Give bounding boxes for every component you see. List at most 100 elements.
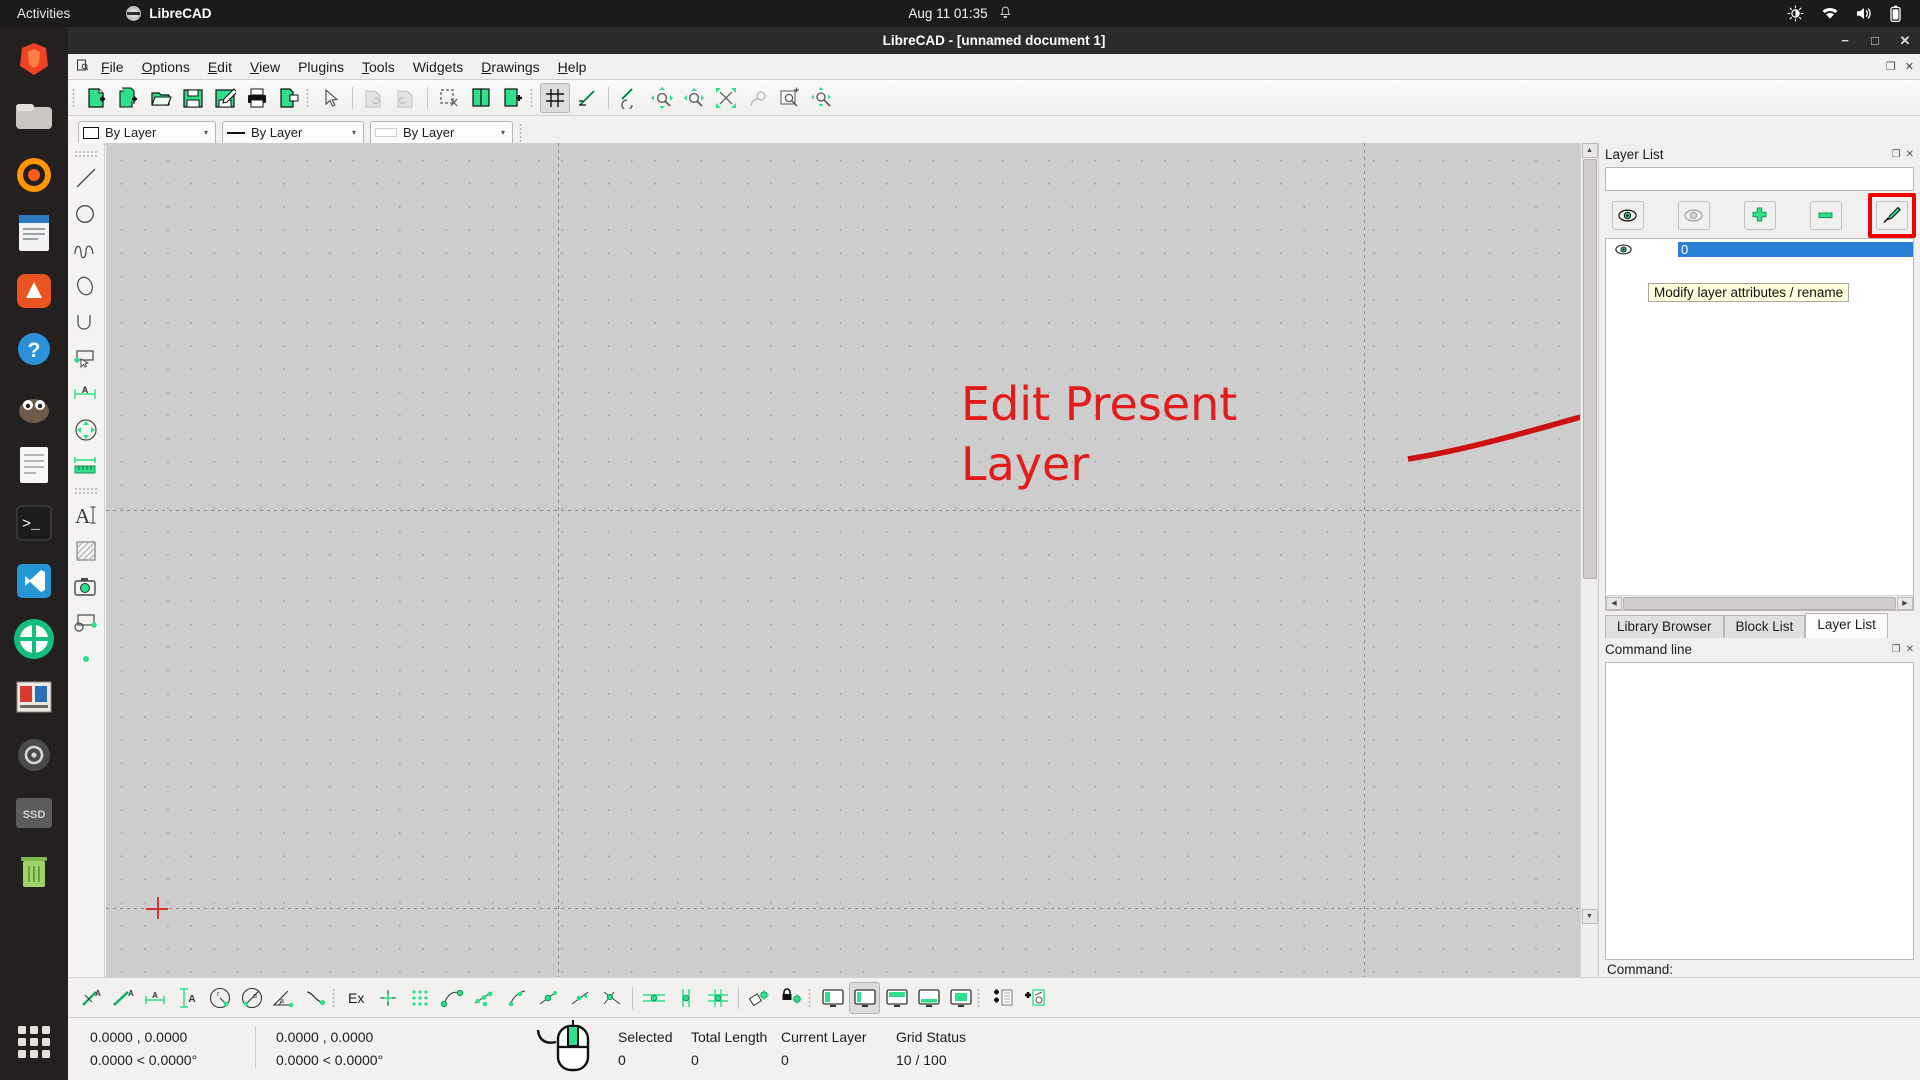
- scroll-up-arrow[interactable]: ▲: [1581, 143, 1598, 158]
- print-preview-icon[interactable]: [274, 83, 304, 113]
- dim-vertical-icon[interactable]: A: [172, 982, 203, 1014]
- drawing-canvas-area[interactable]: Edit Present Layer ◀ ▶ ▲ ▼: [106, 143, 1598, 1005]
- mdi-close-button[interactable]: ✕: [1905, 60, 1914, 73]
- chevron-down-icon-3[interactable]: ▾: [501, 128, 508, 137]
- dock-item-ubuntu-software-icon[interactable]: [10, 267, 58, 315]
- layer-visibility-icon[interactable]: [1606, 244, 1640, 255]
- circle-icon[interactable]: [70, 196, 103, 232]
- menu-file[interactable]: FFileile: [92, 56, 133, 78]
- dock-item-brave-browser-icon[interactable]: [10, 35, 58, 83]
- window-controls[interactable]: − □ ✕: [1838, 33, 1912, 48]
- menu-options[interactable]: Options: [133, 56, 199, 78]
- menu-widgets[interactable]: Widgets: [404, 56, 473, 78]
- zoom-previous-icon[interactable]: [615, 83, 645, 113]
- command-panel-restore-button[interactable]: ❐: [1892, 644, 1901, 655]
- layer-list-hscrollbar[interactable]: ◀ ▶: [1606, 595, 1913, 610]
- select-pointer-icon[interactable]: [316, 83, 346, 113]
- minimize-button[interactable]: −: [1838, 33, 1852, 48]
- chevron-down-icon-2[interactable]: ▾: [352, 128, 359, 137]
- ellipse-icon[interactable]: [70, 268, 103, 304]
- bottom-toolbar-grip[interactable]: [332, 986, 340, 1010]
- dim-horizontal-icon[interactable]: A: [140, 982, 171, 1014]
- dock-item-help-icon[interactable]: ?: [10, 325, 58, 373]
- tab-layer-list[interactable]: Layer List: [1805, 613, 1888, 638]
- layer-search-input[interactable]: [1605, 167, 1914, 191]
- layer-scroll-left-arrow[interactable]: ◀: [1606, 596, 1622, 610]
- block-icon[interactable]: [70, 605, 103, 641]
- show-applications-icon[interactable]: [10, 1018, 58, 1066]
- menu-tools[interactable]: Tools: [353, 56, 404, 78]
- snap-endpoint-icon[interactable]: [436, 982, 467, 1014]
- drawing-canvas[interactable]: Edit Present Layer: [106, 143, 1580, 987]
- save-as-icon[interactable]: [210, 83, 240, 113]
- zoom-in-icon[interactable]: [775, 83, 805, 113]
- modify-move-rotate-icon[interactable]: [70, 412, 103, 448]
- bottom-toolbar-grip-2[interactable]: [808, 986, 816, 1010]
- dim-radial-icon[interactable]: r: [204, 982, 235, 1014]
- zoom-extents-icon[interactable]: [711, 83, 741, 113]
- show-all-layers-icon[interactable]: [1611, 201, 1644, 230]
- dim-angular-icon[interactable]: a: [268, 982, 299, 1014]
- dock-item-terminal-icon[interactable]: >_: [10, 499, 58, 547]
- menu-view[interactable]: View: [241, 56, 289, 78]
- maximize-button[interactable]: □: [1868, 33, 1882, 48]
- layer-color-combo[interactable]: By Layer ▾: [78, 120, 216, 145]
- layer-list-table[interactable]: 0 Modify layer attributes / rename ◀ ▶: [1605, 238, 1914, 611]
- dock-item-vscode-icon[interactable]: [10, 557, 58, 605]
- attributes-toolbar-grip[interactable]: [519, 121, 527, 145]
- save-icon[interactable]: [178, 83, 208, 113]
- zoom-window-icon[interactable]: [679, 83, 709, 113]
- layer-panel-restore-button[interactable]: ❐: [1892, 149, 1901, 160]
- text-icon[interactable]: A: [70, 497, 103, 533]
- draw-order-icon[interactable]: [572, 83, 602, 113]
- info-measure-icon[interactable]: [70, 448, 103, 484]
- toolbar-grip-3[interactable]: [530, 86, 538, 110]
- statusbar-toggle-icon[interactable]: [849, 981, 881, 1014]
- new-file-icon[interactable]: [82, 83, 112, 113]
- dock-item-text-editor-icon[interactable]: [10, 441, 58, 489]
- point-icon[interactable]: [70, 641, 103, 677]
- snap-entity-icon[interactable]: [468, 982, 499, 1014]
- new-from-template-icon[interactable]: [114, 83, 144, 113]
- bottombar-toggle-icon[interactable]: [913, 982, 944, 1014]
- dock-item-libreoffice-writer-icon[interactable]: [10, 209, 58, 257]
- menu-edit[interactable]: Edit: [199, 56, 241, 78]
- topbar-toggle-icon[interactable]: [881, 982, 912, 1014]
- ex-label[interactable]: Ex: [341, 990, 371, 1006]
- dim-diametric-icon[interactable]: d: [236, 982, 267, 1014]
- active-app-menu[interactable]: LibreCAD: [126, 6, 212, 21]
- activities-button[interactable]: Activities: [17, 6, 70, 21]
- add-layer-icon[interactable]: [1743, 201, 1776, 230]
- dock-item-settings-icon[interactable]: [10, 731, 58, 779]
- restrict-horizontal-icon[interactable]: [638, 982, 669, 1014]
- dock-item-firefox-icon[interactable]: [10, 151, 58, 199]
- layer-hscroll-thumb[interactable]: [1623, 596, 1896, 610]
- print-icon[interactable]: [242, 83, 272, 113]
- dock-item-ssd-disk-icon[interactable]: SSD: [10, 789, 58, 837]
- redo-icon[interactable]: [391, 83, 421, 113]
- dock-item-gimp-icon[interactable]: [10, 383, 58, 431]
- lineweight-combo[interactable]: By Layer ▾: [370, 120, 513, 145]
- linetype-combo[interactable]: By Layer ▾: [222, 120, 364, 145]
- add-block-icon[interactable]: [1018, 982, 1049, 1014]
- copy-icon[interactable]: [466, 83, 496, 113]
- arc-icon[interactable]: [70, 304, 103, 340]
- toolbar-grip-2[interactable]: [306, 86, 314, 110]
- tab-library-browser[interactable]: Library Browser: [1605, 615, 1724, 638]
- chevron-down-icon[interactable]: ▾: [204, 128, 211, 137]
- snap-center-icon[interactable]: [500, 982, 531, 1014]
- bottom-toolbar-grip-3[interactable]: [977, 986, 985, 1010]
- command-panel-close-button[interactable]: ✕: [1906, 644, 1914, 655]
- restrict-orthogonal-icon[interactable]: [702, 982, 733, 1014]
- undo-icon[interactable]: [359, 83, 389, 113]
- layer-panel-close-button[interactable]: ✕: [1906, 149, 1914, 160]
- remove-layer-icon[interactable]: [1809, 201, 1842, 230]
- layer-scroll-right-arrow[interactable]: ▶: [1897, 596, 1913, 610]
- vscroll-thumb[interactable]: [1582, 159, 1597, 579]
- clock-menu[interactable]: Aug 11 01:35: [908, 6, 1011, 22]
- edit-layer-icon[interactable]: [1867, 193, 1916, 238]
- open-file-icon[interactable]: [146, 83, 176, 113]
- dock-item-librecad-icon[interactable]: [10, 615, 58, 663]
- dock-item-calibre-icon[interactable]: [10, 673, 58, 721]
- dim-leader-icon[interactable]: [300, 982, 331, 1014]
